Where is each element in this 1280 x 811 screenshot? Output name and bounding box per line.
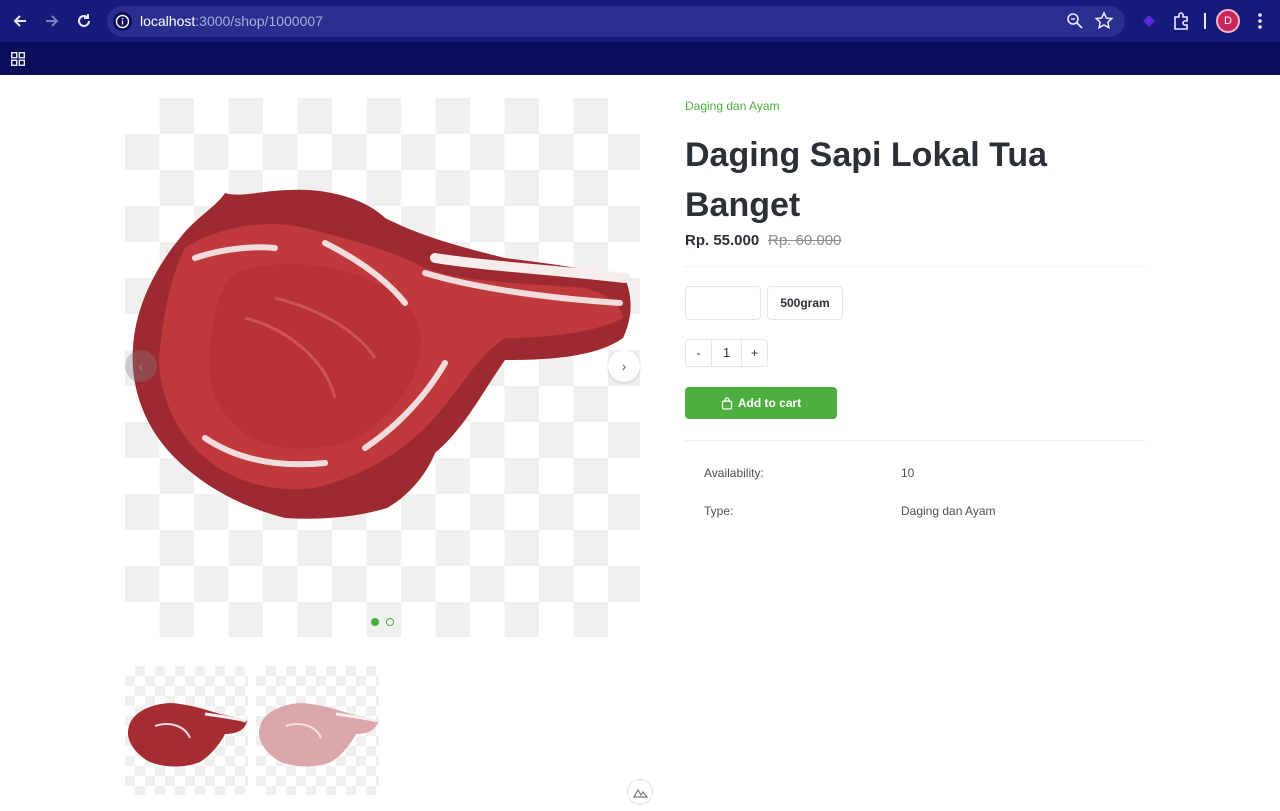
browser-menu-icon[interactable] [1249,10,1271,32]
url-text: localhost:3000/shop/1000007 [140,13,323,29]
quantity-stepper: - 1 + [685,339,768,367]
url-host: localhost [140,13,196,29]
product-title: Daging Sapi Lokal Tua Banget [685,136,1048,224]
type-label: Type: [704,504,734,518]
bookmarks-bar [0,42,1280,75]
gallery-prev-button[interactable]: ‹ [125,350,157,382]
product-main-image[interactable] [125,98,640,637]
bookmark-star-icon[interactable] [1093,10,1115,32]
shopping-bag-icon [721,396,732,410]
nuxt-icon [632,788,649,798]
address-bar[interactable]: localhost:3000/shop/1000007 [107,6,1125,37]
divider [685,266,1145,267]
toolbar-separator [1204,13,1206,29]
meat-image [132,189,631,519]
add-to-cart-button[interactable]: Add to cart [685,387,837,419]
divider [685,440,1145,441]
gallery-dot-2[interactable] [386,618,394,626]
availability-value: 10 [901,466,915,480]
quantity-input[interactable]: 1 [711,340,742,366]
gallery-next-button[interactable]: › [608,350,640,382]
extension-gem-icon[interactable] [1138,10,1160,32]
quantity-increase-button[interactable]: + [742,340,767,366]
quantity-decrease-button[interactable]: - [686,340,711,366]
gallery-dot-1[interactable] [371,618,379,626]
apps-grid-icon[interactable] [11,52,25,66]
type-value: Daging dan Ayam [901,504,996,518]
forward-icon[interactable] [42,11,62,31]
url-path: :3000/shop/1000007 [195,13,323,29]
variant-option-1[interactable] [685,286,761,320]
add-to-cart-label: Add to cart [737,396,802,410]
product-category[interactable]: Daging dan Ayam [685,99,780,113]
product-thumbnail-2[interactable] [256,666,379,795]
back-icon[interactable] [10,11,30,31]
site-info-icon[interactable] [113,12,132,31]
product-old-price: Rp. 60.000 [768,232,842,249]
availability-label: Availability: [704,466,764,480]
reload-icon[interactable] [74,11,94,31]
extensions-puzzle-icon[interactable] [1170,10,1192,32]
devtools-badge[interactable] [627,779,653,805]
zoom-icon[interactable] [1064,10,1086,32]
profile-avatar[interactable]: D [1216,9,1240,33]
product-price: Rp. 55.000 [685,232,760,249]
variant-option-2[interactable]: 500gram [767,286,843,320]
product-thumbnail-1[interactable] [125,666,248,795]
